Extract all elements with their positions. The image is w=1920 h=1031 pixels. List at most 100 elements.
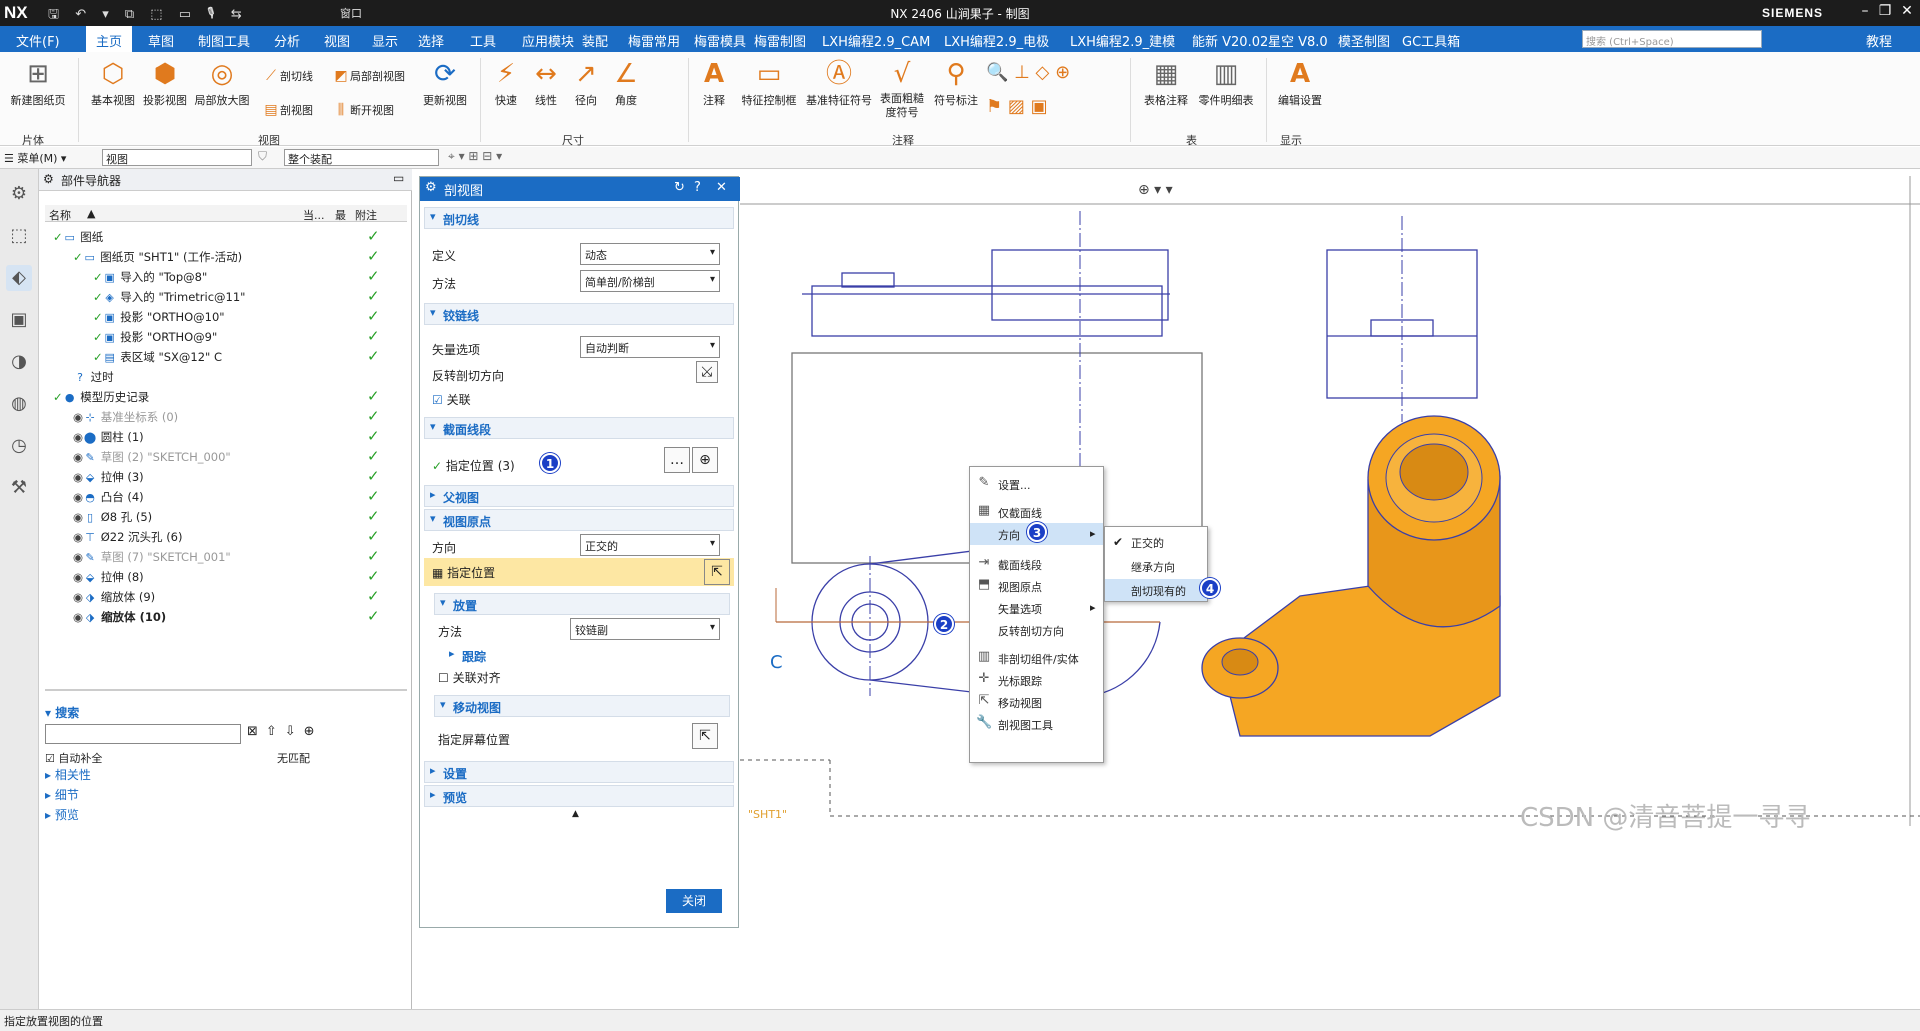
tree-row[interactable]: ◉ ✎ 草图 (2) "SKETCH_000" ✓ xyxy=(45,446,407,466)
radial-dim-button[interactable]: ↗ 径向 xyxy=(568,58,604,108)
linear-dim-button[interactable]: ↔ 线性 xyxy=(528,58,564,108)
specify-location[interactable]: ✓ 指定位置 (3) xyxy=(432,457,515,474)
context-item-3[interactable]: ⇥ 截面线段 xyxy=(970,553,1103,575)
tree-row[interactable]: ◉ ◓ 凸台 (4) ✓ xyxy=(45,486,407,506)
snap-icons[interactable]: ⌖ ▾ ⊞ ⊟ ▾ xyxy=(448,149,502,164)
assembly-nav-icon[interactable]: ⬚ xyxy=(6,223,32,249)
tree-row[interactable]: ✓ ▣ 投影 "ORTHO@10" ✓ xyxy=(45,306,407,326)
preview-section[interactable]: ▸ 预览 xyxy=(45,806,79,823)
tutorial-link[interactable]: 教程 xyxy=(1866,31,1892,50)
menu-item-0[interactable]: 文件(F) xyxy=(16,31,60,50)
tree-row[interactable]: ◉ ⬙ 拉伸 (3) ✓ xyxy=(45,466,407,486)
help-icon[interactable]: ? xyxy=(694,180,701,195)
menu-item-18[interactable]: 星空 V8.0 xyxy=(1268,31,1328,50)
parent-view-group[interactable]: 父视图 xyxy=(424,485,734,507)
menu-item-5[interactable]: 视图 xyxy=(324,31,350,50)
table-note-button[interactable]: ▦ 表格注释 xyxy=(1140,58,1192,108)
collapse-icon[interactable]: ▲ xyxy=(572,809,579,819)
place-view-button[interactable]: ⇱ xyxy=(704,559,730,585)
menu-item-7[interactable]: 选择 xyxy=(418,31,444,50)
tree-row[interactable]: ✓ ▭ 图纸 ✓ xyxy=(45,226,407,246)
view-triad-icon[interactable]: ⊕ ▾ ▾ xyxy=(1138,182,1173,198)
section-line-group[interactable]: 剖切线 xyxy=(424,207,734,229)
hatch-tools[interactable]: ⚑ ▨ ▣ xyxy=(986,96,1048,117)
context-item-9[interactable]: ⇱ 移动视图 xyxy=(970,691,1103,713)
col-note[interactable]: 附注 xyxy=(355,207,377,223)
placement-group[interactable]: 放置 xyxy=(434,593,730,615)
tree-row[interactable]: ? 过时 xyxy=(45,366,407,386)
tree-row[interactable]: ✓ ▤ 表区域 "SX@12" C ✓ xyxy=(45,346,407,366)
symbol-label-button[interactable]: ⚲ 符号标注 xyxy=(930,58,982,108)
reuse-library-icon[interactable]: ▣ xyxy=(6,307,32,333)
details-section[interactable]: ▸ 细节 xyxy=(45,786,79,803)
menu-item-14[interactable]: LXH编程2.9_CAM xyxy=(822,31,930,50)
menu-button[interactable]: ☰ 菜单(M) ▾ xyxy=(4,150,66,166)
drawing-svg[interactable]: C C "SHT1" CSDN @清音菩提一寻寻 xyxy=(740,176,1920,1009)
search-input[interactable] xyxy=(45,724,241,744)
tree-row[interactable]: ✓ ▣ 投影 "ORTHO@9" ✓ xyxy=(45,326,407,346)
menu-item-12[interactable]: 梅雷模具 xyxy=(694,31,746,50)
section-line-button[interactable]: ⟋ 剖切线 xyxy=(262,68,313,86)
menu-item-9[interactable]: 应用模块 xyxy=(522,31,574,50)
filter-icon[interactable]: ⛉ xyxy=(258,149,267,164)
close-button[interactable]: 关闭 xyxy=(666,889,722,913)
new-sheet-button[interactable]: ⊞ 新建图纸页 xyxy=(8,58,68,108)
edit-settings-button[interactable]: A 编辑设置 xyxy=(1274,58,1326,108)
tree-row[interactable]: ◉ ⬗ 缩放体 (9) ✓ xyxy=(45,586,407,606)
assoc-align-checkbox[interactable]: ☐ 关联对齐 xyxy=(438,669,501,686)
menu-item-20[interactable]: GC工具箱 xyxy=(1402,31,1460,50)
point-dialog-button[interactable]: ⊕ xyxy=(692,447,718,473)
angle-dim-button[interactable]: ∠ 角度 xyxy=(608,58,644,108)
type-filter-select[interactable]: 视图 xyxy=(102,149,252,166)
drawing-canvas[interactable]: C C "SHT1" CSDN @清音菩提一寻寻 ⊕ ▾ ▾ xyxy=(740,176,1920,1009)
submenu-item-1[interactable]: 继承方向 xyxy=(1105,555,1207,577)
context-item-6[interactable]: 反转剖切方向 xyxy=(970,619,1103,641)
sort-icon[interactable]: ▲ xyxy=(87,207,95,220)
vector-select[interactable]: 自动判断 xyxy=(580,336,720,358)
col-latest[interactable]: 最 xyxy=(335,207,346,223)
context-item-4[interactable]: ⬒ 视图原点 xyxy=(970,575,1103,597)
menu-item-3[interactable]: 制图工具 xyxy=(198,31,250,50)
rapid-dim-button[interactable]: ⚡ 快速 xyxy=(488,58,524,108)
update-view-button[interactable]: ⟳ 更新视图 xyxy=(420,58,470,108)
menu-item-11[interactable]: 梅雷常用 xyxy=(628,31,680,50)
fcf-button[interactable]: ▭ 特征控制框 xyxy=(738,58,800,108)
tree-row[interactable]: ◉ ⊤ Ø22 沉头孔 (6) ✓ xyxy=(45,526,407,546)
tree-row[interactable]: ◉ ⬙ 拉伸 (8) ✓ xyxy=(45,566,407,586)
reverse-direction-button[interactable]: ⤩ xyxy=(696,361,718,383)
context-item-1[interactable]: ▦ 仅截面线 xyxy=(970,501,1103,523)
menu-item-1[interactable]: 主页 xyxy=(86,26,133,52)
method-select[interactable]: 简单剖/阶梯剖 xyxy=(580,270,720,292)
move-view-group[interactable]: 移动视图 xyxy=(434,695,730,717)
web-browser-icon[interactable]: ◍ xyxy=(6,391,32,417)
part-nav-icon[interactable]: ⬖ xyxy=(6,265,32,291)
context-item-8[interactable]: ✛ 光标跟踪 xyxy=(970,669,1103,691)
settings-icon[interactable]: ⚙ xyxy=(6,181,32,207)
tree-row[interactable]: ✓ ● 模型历史记录 ✓ xyxy=(45,386,407,406)
tree-row[interactable]: ✓ ▭ 图纸页 "SHT1" (工作-活动) ✓ xyxy=(45,246,407,266)
break-view-button[interactable]: ⫼ 断开视图 xyxy=(332,102,394,120)
menu-item-15[interactable]: LXH编程2.9_电极 xyxy=(944,31,1049,50)
context-item-10[interactable]: 🔧 剖视图工具 xyxy=(970,713,1103,735)
close-icon[interactable]: ✕ xyxy=(1894,3,1920,19)
preview-group[interactable]: 预览 xyxy=(424,785,734,807)
search-tools[interactable]: ⊠⇧⇩⊕ xyxy=(247,724,323,739)
partial-section-button[interactable]: ◩ 局部剖视图 xyxy=(332,68,405,86)
section-segment-group[interactable]: 截面线段 xyxy=(424,417,734,439)
projected-view-button[interactable]: ⬢ 投影视图 xyxy=(140,58,190,108)
menu-item-17[interactable]: 能新 V20.02 xyxy=(1192,31,1268,50)
tree-row[interactable]: ◉ ⬗ 缩放体 (10) ✓ xyxy=(45,606,407,626)
settings-group[interactable]: 设置 xyxy=(424,761,734,783)
associative-checkbox[interactable]: ☑ 关联 xyxy=(432,391,471,408)
place-method-select[interactable]: 铰链副 xyxy=(570,618,720,640)
note-button[interactable]: A 注释 xyxy=(696,58,732,108)
context-item-0[interactable]: ✎ 设置... xyxy=(970,473,1103,495)
tree-row[interactable]: ✓ ◈ 导入的 "Trimetric@11" ✓ xyxy=(45,286,407,306)
tools-icon[interactable]: ⚒ xyxy=(6,475,32,501)
definition-select[interactable]: 动态 xyxy=(580,243,720,265)
screen-position-button[interactable]: ⇱ xyxy=(692,723,718,749)
detail-view-button[interactable]: ◎ 局部放大图 xyxy=(192,58,252,108)
history-icon[interactable]: ◷ xyxy=(6,433,32,459)
command-search-input[interactable]: 搜索 (Ctrl+Space) xyxy=(1582,30,1762,48)
view-origin-group[interactable]: 视图原点 xyxy=(424,509,734,531)
